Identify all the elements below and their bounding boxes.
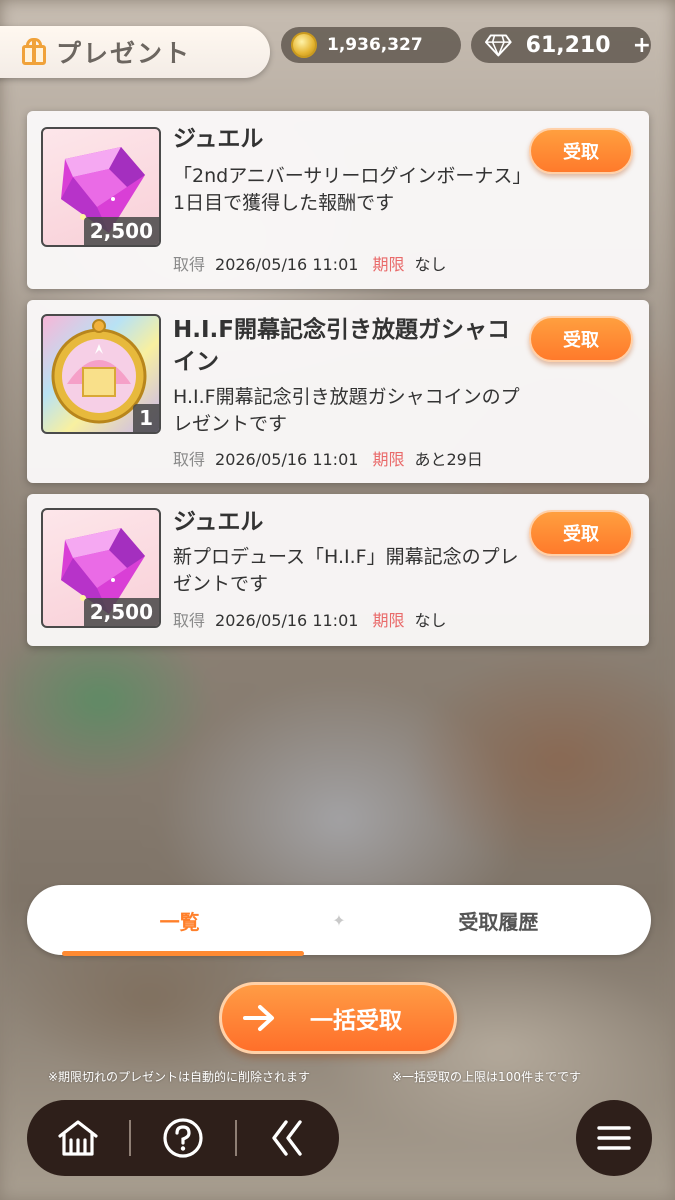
jewel-icon: 2,500 — [41, 127, 161, 247]
item-name: ジュエル — [173, 509, 264, 535]
bulk-receive-label: 一括受取 — [310, 1008, 402, 1034]
hamburger-icon — [597, 1126, 631, 1150]
back-icon[interactable] — [262, 1112, 314, 1164]
receive-button[interactable]: 受取 — [529, 510, 633, 556]
expiry-value: あと29日 — [414, 450, 483, 469]
page-title: プレゼント — [56, 39, 192, 68]
menu-button[interactable] — [576, 1100, 652, 1176]
jewel-amount: 61,210 — [525, 32, 611, 58]
jewel-icon: 2,500 — [41, 508, 161, 628]
acquired-label: 取得 — [173, 611, 206, 630]
item-quantity: 2,500 — [83, 598, 159, 626]
expiry-note: ※期限切れのプレゼントは自動的に削除されます — [48, 1070, 311, 1084]
expiry-value: なし — [414, 611, 447, 630]
item-quantity: 2,500 — [83, 217, 159, 245]
nav-divider — [129, 1120, 132, 1156]
receive-button[interactable]: 受取 — [529, 128, 633, 174]
present-item: 2,500 ジュエル 新プロデュース「H.I.F」開幕記念のプレゼントです 取得… — [27, 494, 649, 646]
present-item: 2,500 ジュエル 「2ndアニバーサリーログインボーナス」1日目で獲得した報… — [27, 111, 649, 289]
tab-list[interactable]: 一覧 — [27, 906, 332, 935]
home-icon[interactable] — [52, 1112, 104, 1164]
acquired-label: 取得 — [173, 450, 206, 469]
expiry-label: 期限 — [372, 450, 405, 469]
acquired-date: 2026/05/16 11:01 — [215, 611, 359, 630]
active-tab-indicator — [62, 951, 304, 956]
expiry-value: なし — [414, 255, 447, 274]
item-description: 「2ndアニバーサリーログインボーナス」1日目で獲得した報酬です — [173, 165, 532, 214]
acquired-date: 2026/05/16 11:01 — [215, 255, 359, 274]
sparkle-icon: ✦ — [332, 910, 346, 930]
acquired-date: 2026/05/16 11:01 — [215, 450, 359, 469]
bulk-receive-button[interactable]: 一括受取 — [219, 982, 457, 1054]
diamond-icon — [485, 34, 512, 57]
item-description: 新プロデュース「H.I.F」開幕記念のプレゼントです — [173, 546, 519, 595]
coin-counter: 1,936,327 — [281, 27, 461, 63]
tab-bar: 一覧 ✦ 受取履歴 — [27, 885, 651, 955]
tab-history[interactable]: 受取履歴 — [346, 906, 651, 935]
gacha-coin-icon: 1 — [41, 314, 161, 434]
item-description: H.I.F開幕記念引き放題ガシャコインのプレゼントです — [173, 386, 520, 435]
page-title-bar: プレゼント — [0, 26, 270, 78]
item-name: ジュエル — [173, 126, 264, 152]
item-meta: 取得 2026/05/16 11:01 期限 なし — [173, 254, 446, 276]
item-meta: 取得 2026/05/16 11:01 期限 なし — [173, 610, 446, 632]
expiry-label: 期限 — [372, 611, 405, 630]
acquired-label: 取得 — [173, 255, 206, 274]
expiry-label: 期限 — [372, 255, 405, 274]
add-jewel-button[interactable]: + — [633, 33, 651, 58]
item-quantity: 1 — [133, 404, 159, 432]
receive-button[interactable]: 受取 — [529, 316, 633, 362]
item-meta: 取得 2026/05/16 11:01 期限 あと29日 — [173, 449, 483, 471]
help-icon[interactable] — [157, 1112, 209, 1164]
gift-icon — [20, 37, 48, 67]
present-item: 1 H.I.F開幕記念引き放題ガシャコイン H.I.F開幕記念引き放題ガシャコイ… — [27, 300, 649, 483]
coin-icon — [291, 32, 317, 58]
jewel-counter[interactable]: 61,210 + — [471, 27, 651, 63]
nav-divider — [234, 1120, 237, 1156]
coin-amount: 1,936,327 — [327, 35, 423, 55]
item-name: H.I.F開幕記念引き放題ガシャコイン — [173, 317, 510, 375]
bottom-nav — [27, 1100, 339, 1176]
arrow-right-icon — [243, 1005, 274, 1031]
limit-note: ※一括受取の上限は100件までです — [392, 1070, 581, 1084]
